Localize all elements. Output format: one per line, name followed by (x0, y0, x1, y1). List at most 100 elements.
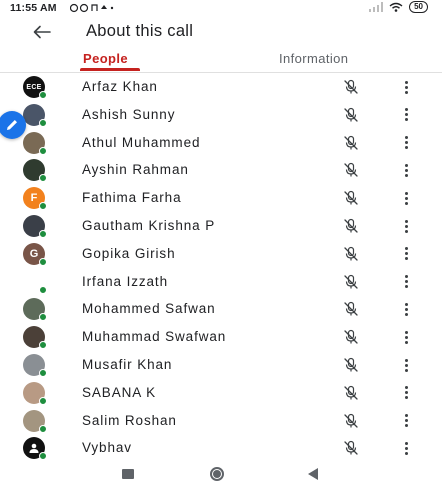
participant-row[interactable]: Salim Roshan (0, 407, 442, 435)
online-status-dot (39, 285, 47, 294)
participant-row[interactable]: ECE Arfaz Khan (0, 73, 442, 101)
home-button[interactable] (210, 467, 224, 481)
participant-name: Fathima Farha (82, 190, 182, 206)
participant-name: Salim Roshan (82, 412, 177, 428)
participant-row[interactable]: Gautham Krishna P (0, 212, 442, 240)
more-options-icon[interactable] (401, 412, 411, 430)
avatar: G (23, 242, 47, 266)
online-status-dot (39, 202, 47, 211)
more-options-icon[interactable] (401, 328, 411, 346)
mic-off-icon (343, 301, 359, 317)
mic-off-icon (343, 135, 359, 151)
more-options-icon[interactable] (401, 217, 411, 235)
avatar (23, 131, 47, 155)
participant-row[interactable]: G Gopika Girish (0, 240, 442, 268)
participant-row[interactable]: Irfana Izzath (0, 268, 442, 296)
more-options-icon[interactable] (401, 273, 411, 291)
more-options-icon[interactable] (401, 384, 411, 402)
avatar-initial: ECE (26, 83, 42, 91)
online-status-dot (39, 118, 47, 127)
participant-name: Irfana Izzath (82, 273, 168, 289)
mic-off-icon (343, 385, 359, 401)
more-options-icon[interactable] (401, 189, 411, 207)
more-options-icon[interactable] (401, 161, 411, 179)
online-status-dot (39, 396, 47, 405)
avatar-initial: G (29, 247, 39, 260)
mic-off-icon (343, 190, 359, 206)
mic-off-icon (343, 357, 359, 373)
recents-button[interactable] (122, 469, 134, 479)
avatar (23, 159, 47, 183)
participant-name: Vybhav (82, 440, 132, 456)
back-button[interactable] (30, 20, 54, 44)
more-options-icon[interactable] (401, 300, 411, 318)
signal-icon (369, 2, 384, 12)
tab-people[interactable]: People (83, 51, 128, 66)
participant-row[interactable]: F Fathima Farha (0, 184, 442, 212)
system-back-button[interactable] (308, 468, 318, 480)
participant-name: Muhammad Swafwan (82, 329, 227, 345)
avatar-initial: F (30, 192, 38, 205)
participant-name: Mohammed Safwan (82, 301, 216, 317)
avatar (23, 298, 47, 322)
more-options-icon[interactable] (401, 245, 411, 263)
more-options-icon[interactable] (401, 134, 411, 152)
status-right: 50 (369, 1, 428, 13)
participant-row[interactable]: Vybhav (0, 434, 442, 462)
participant-name: Ashish Sunny (82, 106, 176, 122)
online-status-dot (39, 91, 47, 99)
page-title: About this call (86, 22, 194, 40)
avatar (23, 103, 47, 127)
participant-row[interactable]: Ashish Sunny (0, 101, 442, 129)
mic-off-icon (343, 440, 359, 456)
tab-information[interactable]: Information (279, 51, 348, 66)
mic-off-icon (343, 246, 359, 262)
mic-off-icon (343, 274, 359, 290)
notification-icons (69, 0, 116, 17)
wifi-icon (389, 2, 403, 12)
participant-name: SABANA K (82, 384, 156, 400)
status-time: 11:55 AM (10, 2, 57, 14)
online-status-dot (39, 174, 47, 183)
participant-row[interactable]: Ayshin Rahman (0, 156, 442, 184)
participant-row[interactable]: Muhammad Swafwan (0, 323, 442, 351)
participant-row[interactable]: Athul Muhammed (0, 129, 442, 157)
battery-indicator: 50 (409, 1, 428, 13)
avatar: F (23, 187, 47, 211)
participant-name: Gautham Krishna P (82, 218, 216, 233)
avatar (23, 409, 47, 433)
online-status-dot (39, 230, 47, 238)
active-tab-indicator (80, 68, 140, 71)
mic-off-icon (343, 218, 359, 234)
system-nav-bar (0, 462, 442, 486)
mic-off-icon (343, 413, 359, 429)
online-status-dot (39, 452, 47, 461)
avatar: ECE (23, 76, 47, 99)
participant-row[interactable]: Mohammed Safwan (0, 295, 442, 323)
participant-name: Musafir Khan (82, 357, 173, 372)
online-status-dot (39, 424, 47, 433)
avatar (23, 354, 47, 377)
more-options-icon[interactable] (401, 78, 411, 96)
status-bar: 11:55 AM 50 (0, 0, 442, 16)
pencil-icon (7, 120, 17, 130)
participant-name: Arfaz Khan (82, 79, 158, 94)
mic-off-icon (343, 79, 359, 95)
online-status-dot (39, 146, 47, 155)
app-bar: About this call (0, 18, 442, 48)
participant-row[interactable]: Musafir Khan (0, 351, 442, 379)
more-options-icon[interactable] (401, 106, 411, 124)
mic-off-icon (343, 162, 359, 178)
participant-name: Ayshin Rahman (82, 162, 189, 178)
mic-off-icon (343, 107, 359, 123)
participant-row[interactable]: SABANA K (0, 379, 442, 407)
avatar (23, 437, 47, 461)
more-options-icon[interactable] (401, 356, 411, 374)
online-status-dot (39, 313, 47, 322)
avatar (23, 215, 47, 238)
online-status-dot (39, 257, 47, 266)
avatar (23, 326, 47, 350)
more-options-icon[interactable] (401, 439, 411, 457)
mic-off-icon (343, 329, 359, 345)
tab-bar: People Information (0, 48, 442, 73)
